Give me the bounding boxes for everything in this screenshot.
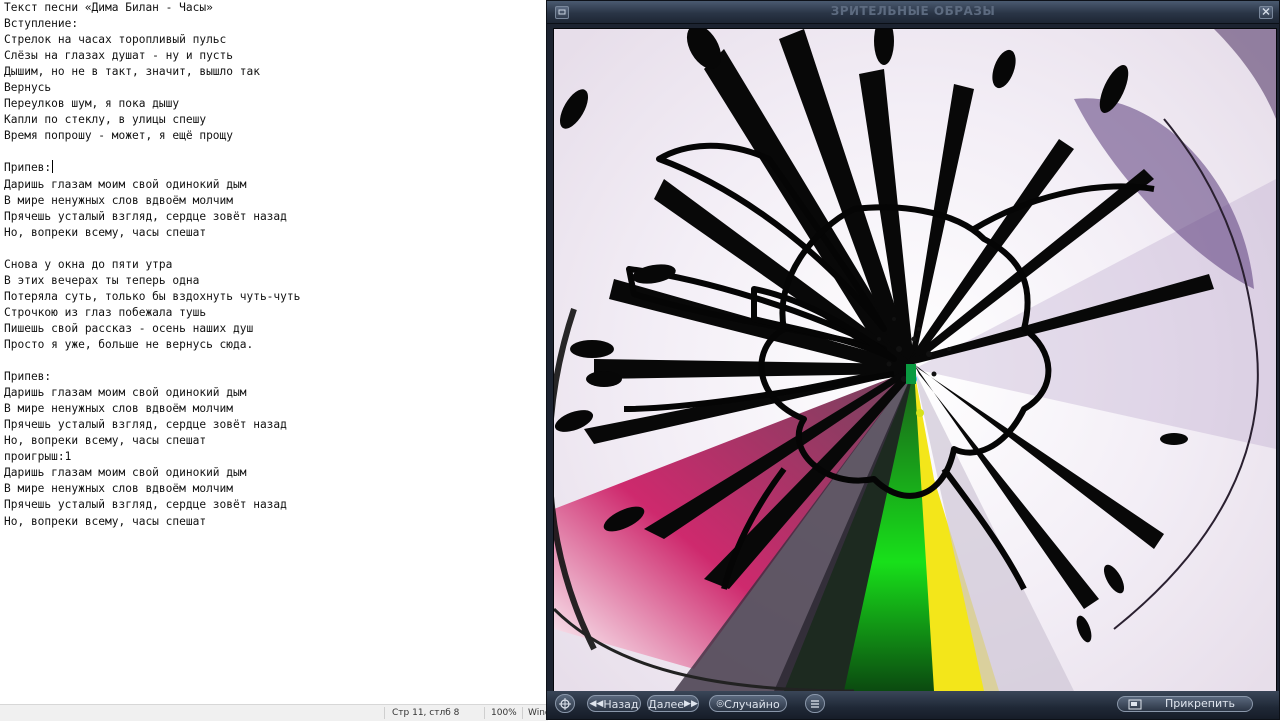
close-icon[interactable]: [1259, 6, 1273, 19]
text-line: Строчкою из глаз побежала тушь: [4, 305, 207, 319]
text-line: Прячешь усталый взгляд, сердце зовёт наз…: [4, 498, 287, 512]
text-line: Пишешь свой рассказ - осень наших душ: [4, 321, 254, 335]
text-line: Но, вопреки всему, часы спешат: [4, 225, 207, 239]
pin-icon: [1128, 699, 1142, 710]
text-line: Слёзы на глазах душат - ну и пусть: [4, 49, 234, 63]
next-button[interactable]: Далее▶▶: [647, 695, 699, 712]
cursor-position: Стр 11, стлб 8: [392, 708, 460, 718]
text-editor[interactable]: Текст песни «Дима Билан - Часы» Вступлени…: [0, 0, 548, 692]
move-icon: [559, 698, 571, 710]
text-line: В мире ненужных слов вдвоём молчим: [4, 193, 234, 207]
text-line: [4, 144, 548, 160]
text-line: Но, вопреки всему, часы спешат: [4, 434, 207, 448]
text-line: Припев:: [4, 370, 52, 384]
visualization-toolbar: ◀◀Назад Далее▶▶ ◎Случайно Прикрепить: [547, 691, 1279, 719]
text-line: В мире ненужных слов вдвоём молчим: [4, 402, 234, 416]
move-button[interactable]: [555, 694, 575, 713]
text-line: Стрелок на часах торопливый пульс: [4, 33, 227, 47]
status-bar: Стр 11, стлб 8 100% Windows (CRLF): [0, 704, 548, 721]
rewind-icon: ◀◀: [589, 699, 604, 709]
text-caret: [52, 160, 54, 174]
visualization-canvas: [553, 28, 1277, 692]
text-line: Вернусь: [4, 81, 52, 95]
random-button[interactable]: ◎Случайно: [709, 695, 787, 712]
text-line: [4, 353, 548, 369]
zoom-level: 100%: [491, 708, 517, 718]
text-line: Припев:: [4, 160, 54, 175]
text-line: Снова у окна до пяти утра: [4, 257, 173, 271]
status-separator: [522, 707, 523, 719]
window-title: ЗРИТЕЛЬНЫЕ ОБРАЗЫ: [830, 4, 996, 18]
text-line: Потеряла суть, только бы вздохнуть чуть-…: [4, 289, 301, 303]
text-line: Прячешь усталый взгляд, сердце зовёт наз…: [4, 418, 287, 432]
text-line: Текст песни «Дима Билан - Часы»: [4, 1, 213, 14]
text-line: Время попрошу - может, я ещё прощу: [4, 129, 234, 143]
title-bar[interactable]: ЗРИТЕЛЬНЫЕ ОБРАЗЫ: [547, 1, 1279, 24]
text-line: [4, 241, 548, 257]
menu-icon: [811, 700, 819, 708]
status-separator: [484, 707, 485, 719]
text-line: Прячешь усталый взгляд, сердце зовёт наз…: [4, 209, 287, 223]
menu-button[interactable]: [805, 694, 825, 713]
random-icon: ◎: [716, 699, 725, 709]
lyrics-text[interactable]: Текст песни «Дима Билан - Часы» Вступлени…: [0, 0, 548, 530]
text-line: В этих вечерах ты теперь одна: [4, 273, 200, 287]
text-line: Вступление:: [4, 17, 79, 31]
line-ending: Windows (CRLF): [528, 708, 548, 718]
status-separator: [384, 707, 385, 719]
text-line: Дышим, но не в такт, значит, вышло так: [4, 65, 260, 79]
forward-icon: ▶▶: [684, 699, 698, 709]
text-line: Капли по стеклу, в улицы спешу: [4, 113, 207, 127]
text-line: Даришь глазам моим свой одинокий дым: [4, 386, 247, 400]
text-line: Но, вопреки всему, часы спешат: [4, 514, 207, 528]
text-line: Даришь глазам моим свой одинокий дым: [4, 466, 247, 480]
visualization-window: ЗРИТЕЛЬНЫЕ ОБРАЗЫ ◀◀Назад Далее▶▶ ◎Случа…: [546, 0, 1280, 720]
back-button[interactable]: ◀◀Назад: [587, 695, 641, 712]
text-line: Просто я уже, больше не вернусь сюда.: [4, 337, 254, 351]
text-line: проигрыш:1: [4, 450, 72, 464]
text-line: Переулков шум, я пока дышу: [4, 97, 180, 111]
text-line: Даришь глазам моим свой одинокий дым: [4, 177, 247, 191]
text-line: В мире ненужных слов вдвоём молчим: [4, 482, 234, 496]
flower-visualization: [554, 29, 1276, 691]
pin-button[interactable]: Прикрепить: [1117, 696, 1253, 712]
